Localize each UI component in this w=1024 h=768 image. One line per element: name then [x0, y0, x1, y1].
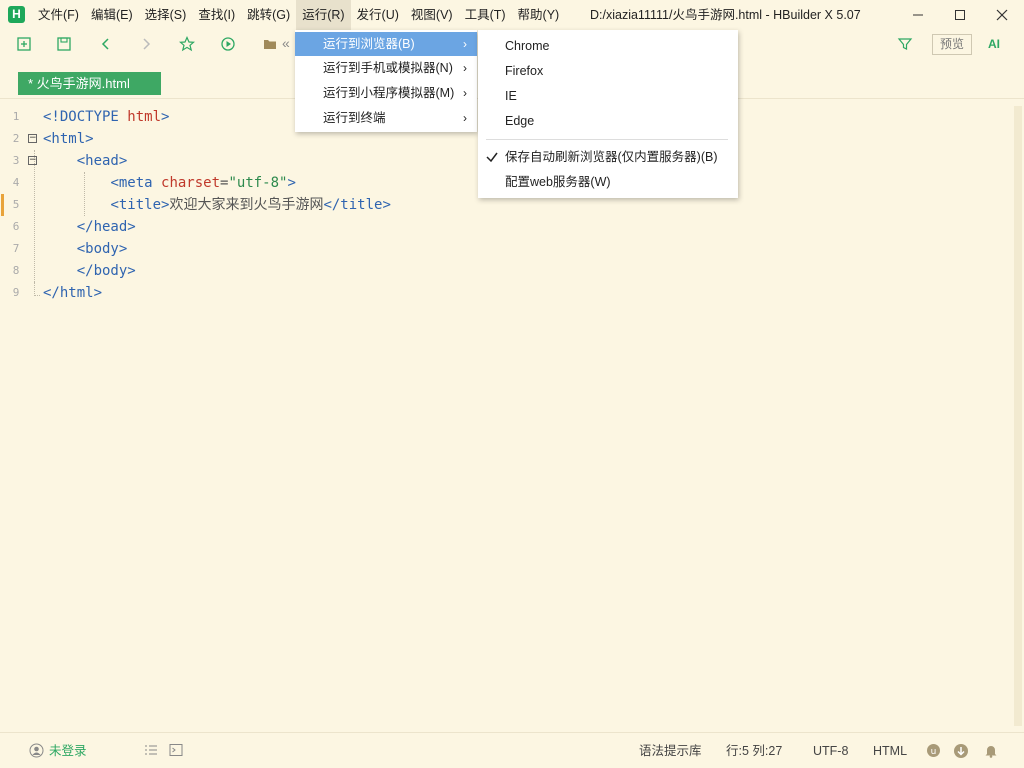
line-number: 4	[12, 176, 20, 189]
new-file-icon[interactable]	[14, 34, 34, 54]
line-number: 2	[12, 132, 20, 145]
app-logo-icon: H	[8, 6, 25, 23]
notification-bell-icon[interactable]	[984, 743, 998, 762]
user-icon[interactable]	[29, 743, 44, 762]
chevron-right-icon: ›	[463, 86, 467, 100]
menu-item-run-miniprogram[interactable]: 运行到小程序模拟器(M) ›	[295, 81, 477, 105]
line-number: 6	[12, 220, 20, 233]
terminal-icon[interactable]	[169, 743, 183, 761]
code-line: 6 </head>	[0, 216, 1000, 238]
menu-list: 文件(F) 编辑(E) 选择(S) 查找(I) 跳转(G) 运行(R) 发行(U…	[32, 0, 565, 30]
line-number: 8	[12, 264, 20, 277]
menu-item-chrome[interactable]: Chrome	[478, 34, 738, 59]
chevron-right-icon: ›	[463, 61, 467, 75]
outline-icon[interactable]	[144, 743, 158, 761]
line-number: 1	[12, 110, 20, 123]
menu-item-ie[interactable]: IE	[478, 84, 738, 109]
code-line: 9 </html>	[0, 282, 1000, 304]
folder-icon[interactable]	[260, 34, 280, 54]
menu-goto[interactable]: 跳转(G)	[241, 0, 296, 30]
back-icon[interactable]	[96, 34, 116, 54]
browser-submenu: Chrome Firefox IE Edge 保存自动刷新浏览器(仅内置服务器)…	[478, 30, 738, 198]
fold-toggle-icon[interactable]: −	[28, 134, 37, 143]
ai-button[interactable]: AI	[988, 34, 1000, 55]
forward-icon[interactable]	[136, 34, 156, 54]
save-icon[interactable]	[54, 34, 74, 54]
maximize-icon[interactable]	[940, 0, 980, 30]
menu-view[interactable]: 视图(V)	[405, 0, 459, 30]
line-number: 7	[12, 242, 20, 255]
menu-tools[interactable]: 工具(T)	[459, 0, 512, 30]
syntax-library[interactable]: 语法提示库	[639, 733, 702, 768]
menu-bar: H 文件(F) 编辑(E) 选择(S) 查找(I) 跳转(G) 运行(R) 发行…	[0, 0, 1024, 30]
cursor-position[interactable]: 行:5 列:27	[726, 733, 782, 768]
menu-item-run-mobile[interactable]: 运行到手机或模拟器(N) ›	[295, 56, 477, 80]
line-number: 5	[12, 198, 20, 211]
path-prefix: «	[282, 35, 290, 51]
menu-find[interactable]: 查找(I)	[192, 0, 241, 30]
chevron-right-icon: ›	[463, 111, 467, 125]
menu-publish[interactable]: 发行(U)	[351, 0, 405, 30]
menu-run[interactable]: 运行(R)	[296, 0, 351, 30]
menu-help[interactable]: 帮助(Y)	[512, 0, 566, 30]
code-line: 8 </body>	[0, 260, 1000, 282]
close-icon[interactable]	[982, 0, 1022, 30]
window-title: D:/xiazia11111/火鸟手游网.html - HBuilder X 5…	[590, 8, 861, 22]
menu-separator	[486, 139, 728, 140]
modified-line-marker	[1, 194, 4, 216]
run-menu-dropdown: 运行到浏览器(B) › 运行到手机或模拟器(N) › 运行到小程序模拟器(M) › 运…	[295, 30, 477, 132]
fold-toggle-icon[interactable]: −	[28, 156, 37, 165]
status-bar: 未登录 语法提示库 行:5 列:27 UTF-8 HTML u	[0, 732, 1024, 768]
vertical-scrollbar[interactable]	[1014, 106, 1022, 726]
svg-text:u: u	[931, 747, 937, 757]
menu-item-auto-refresh[interactable]: 保存自动刷新浏览器(仅内置服务器)(B)	[478, 145, 738, 170]
menu-item-edge[interactable]: Edge	[478, 109, 738, 134]
menu-item-firefox[interactable]: Firefox	[478, 59, 738, 84]
run-icon[interactable]	[218, 34, 238, 54]
minimize-icon[interactable]	[898, 0, 938, 30]
download-icon[interactable]	[953, 743, 969, 763]
chat-icon[interactable]: u	[926, 743, 941, 762]
code-line: 7 <body>	[0, 238, 1000, 260]
menu-item-run-browser[interactable]: 运行到浏览器(B) ›	[295, 32, 477, 56]
encoding-selector[interactable]: UTF-8	[813, 733, 848, 768]
star-icon[interactable]	[177, 34, 197, 54]
filter-icon[interactable]	[895, 34, 915, 54]
line-number: 9	[12, 286, 20, 299]
language-selector[interactable]: HTML	[873, 733, 907, 768]
menu-item-run-terminal[interactable]: 运行到终端 ›	[295, 106, 477, 130]
menu-file[interactable]: 文件(F)	[32, 0, 85, 30]
chevron-right-icon: ›	[463, 37, 467, 51]
menu-item-web-server[interactable]: 配置web服务器(W)	[478, 170, 738, 195]
tab-file[interactable]: * 火鸟手游网.html	[18, 72, 161, 95]
line-number: 3	[12, 154, 20, 167]
preview-button[interactable]: 预览	[932, 34, 972, 55]
menu-edit[interactable]: 编辑(E)	[85, 0, 139, 30]
code-editor[interactable]: 1 <!DOCTYPE html> 2 − <html> 3 − <head> …	[0, 106, 1012, 726]
login-status[interactable]: 未登录	[49, 733, 87, 768]
menu-select[interactable]: 选择(S)	[139, 0, 193, 30]
